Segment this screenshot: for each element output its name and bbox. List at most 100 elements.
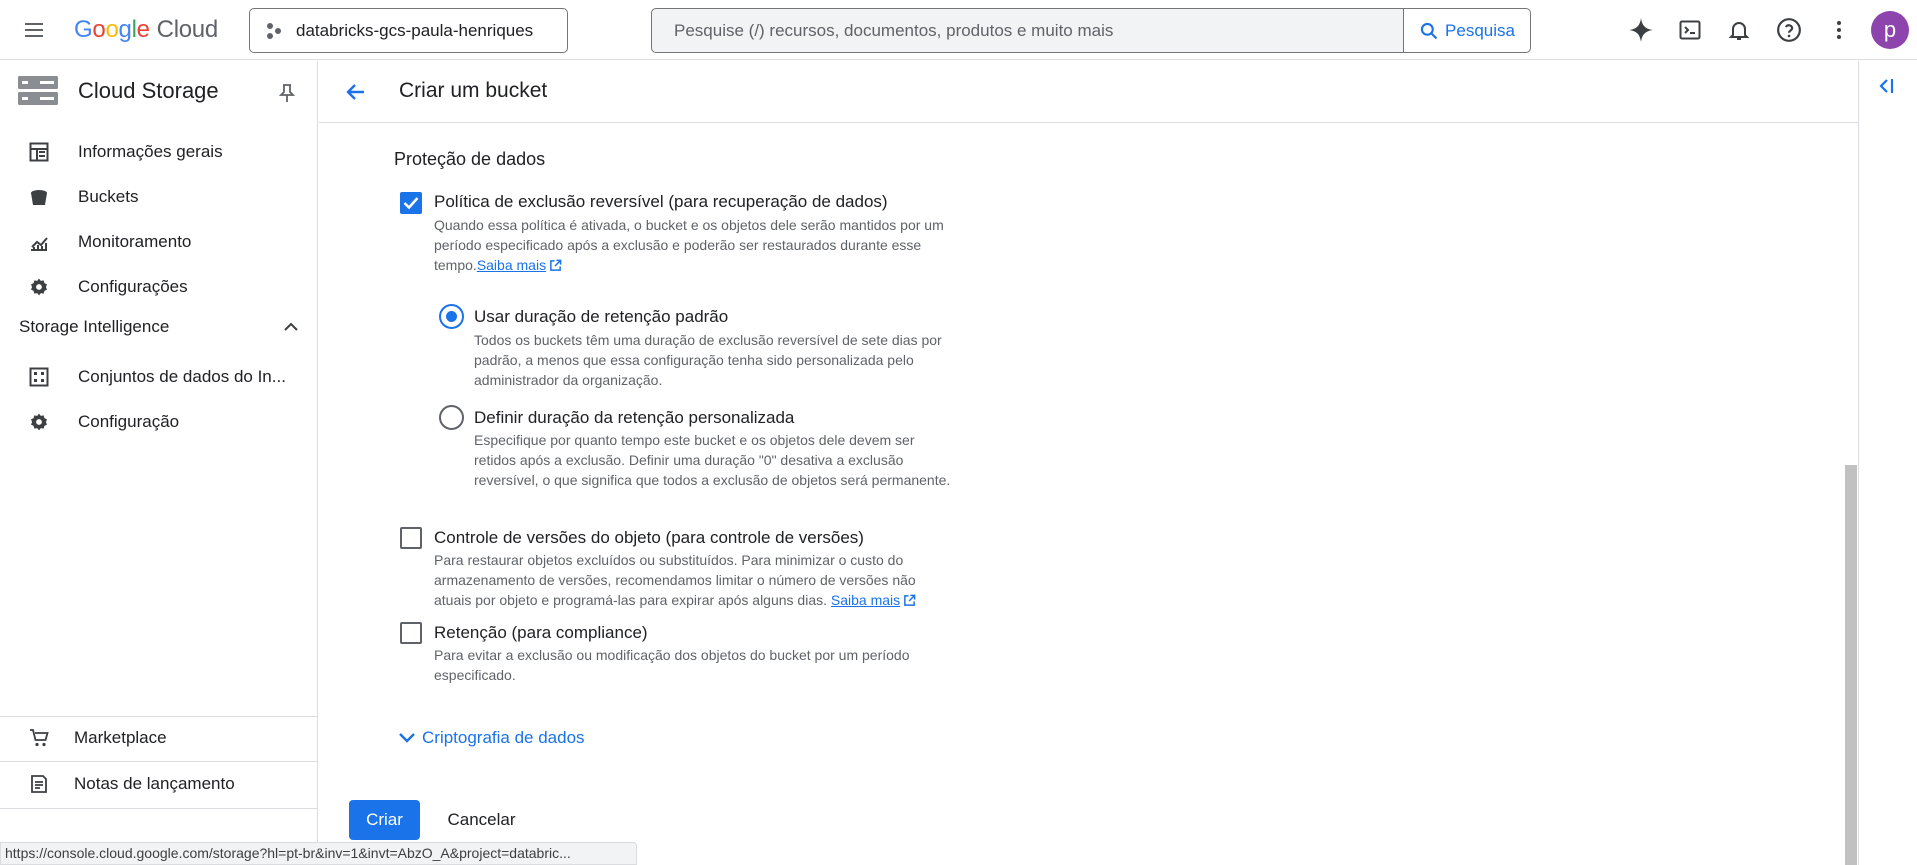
main-menu-button[interactable] (14, 12, 54, 48)
desc-line: reversível, o que significa que todos a … (474, 472, 951, 488)
learn-more-link[interactable]: Saiba mais (477, 257, 546, 273)
soft-delete-label: Política de exclusão reversível (para re… (434, 192, 888, 211)
desc-line: padrão, a menos que essa configuração te… (474, 352, 914, 368)
gemini-button[interactable] (1623, 12, 1659, 48)
sidebar-item-datasets[interactable]: Conjuntos de dados do In... (0, 356, 318, 398)
help-button[interactable] (1771, 12, 1807, 48)
desc-line: Especifique por quanto tempo este bucket… (474, 432, 915, 448)
retention-default-label: Usar duração de retenção padrão (474, 307, 729, 326)
status-bar-url: https://console.cloud.google.com/storage… (0, 842, 637, 865)
avatar[interactable]: p (1871, 11, 1909, 49)
desc-line: Quando essa política é ativada, o bucket… (434, 217, 944, 233)
retention-custom-radio[interactable] (439, 405, 464, 430)
gear-icon (28, 276, 50, 298)
desc-line: retidos após a exclusão. Definir uma dur… (474, 452, 904, 468)
page-header: Criar um bucket (319, 61, 1858, 123)
logo-letter: o (105, 16, 119, 43)
sidebar-item-label: Configuração (78, 412, 180, 431)
encryption-expander[interactable]: Criptografia de dados (398, 725, 585, 751)
bucket-icon (28, 186, 50, 208)
search-input[interactable] (652, 9, 1403, 52)
panel-collapse-icon (1879, 79, 1894, 93)
sidebar-item-marketplace[interactable]: Marketplace (0, 717, 318, 759)
open-external-icon (550, 259, 562, 271)
versioning-description: Para restaurar objetos excluídos ou subs… (434, 550, 994, 610)
notifications-button[interactable] (1721, 12, 1757, 48)
logo-letter: G (74, 16, 93, 43)
product-title: Cloud Storage (78, 78, 219, 103)
hamburger-menu-icon (25, 23, 43, 37)
search-bar: Pesquisa (651, 8, 1531, 53)
sidebar-item-monitoring[interactable]: Monitoramento (0, 221, 318, 263)
open-external-icon (904, 594, 916, 606)
sparkle-icon (1629, 18, 1653, 42)
notes-icon (28, 773, 50, 795)
retention-compliance-checkbox[interactable] (400, 622, 422, 644)
help-icon (1777, 18, 1801, 42)
sidebar-item-buckets[interactable]: Buckets (0, 176, 318, 218)
chevron-up-icon (284, 322, 298, 331)
pin-icon (278, 84, 296, 102)
learn-more-link[interactable]: Saiba mais (831, 592, 900, 608)
logo-letter: g (118, 16, 132, 43)
page-title: Criar um bucket (399, 79, 548, 102)
retention-default-radio[interactable] (439, 304, 464, 329)
retention-compliance-description: Para evitar a exclusão ou modificação do… (434, 645, 994, 685)
sidebar-item-label: Configurações (78, 277, 188, 296)
back-button[interactable] (339, 75, 373, 109)
retention-custom-description: Especifique por quanto tempo este bucket… (474, 430, 1034, 490)
more-options-button[interactable] (1821, 12, 1857, 48)
search-icon (1420, 22, 1438, 39)
cart-icon (28, 727, 50, 749)
cloud-shell-button[interactable] (1672, 12, 1708, 48)
sidebar-item-overview[interactable]: Informações gerais (0, 131, 318, 173)
search-button[interactable]: Pesquisa (1403, 9, 1530, 52)
dataset-icon (28, 366, 50, 388)
sidebar-divider (0, 808, 318, 809)
scrollbar-thumb[interactable] (1845, 465, 1857, 865)
gear-icon (28, 411, 50, 433)
versioning-checkbox[interactable] (400, 527, 422, 549)
pin-button[interactable] (278, 83, 305, 103)
google-cloud-logo[interactable]: Go o g l e Cloud (74, 13, 218, 47)
sidebar-item-release-notes[interactable]: Notas de lançamento (0, 763, 318, 805)
project-picker[interactable]: databricks-gcs-paula-henriques (249, 8, 568, 53)
sidebar-item-label: Marketplace (74, 728, 167, 747)
sidebar-item-label: Monitoramento (78, 232, 192, 251)
sidebar-item-label: Informações gerais (78, 142, 223, 161)
sidebar-item-settings[interactable]: Configurações (0, 266, 318, 308)
arrow-back-icon (346, 84, 364, 100)
monitoring-icon (28, 231, 50, 253)
right-rail (1858, 61, 1917, 865)
desc-line: atuais por objeto e programá-las para ex… (434, 592, 828, 608)
logo-letter: o (92, 16, 106, 43)
sidebar: Cloud Storage Informações gerais Buckets… (0, 61, 318, 865)
storage-intelligence-section[interactable]: Storage Intelligence (19, 312, 299, 342)
cancel-button[interactable]: Cancelar (433, 800, 530, 840)
soft-delete-description: Quando essa política é ativada, o bucket… (434, 215, 1014, 275)
desc-line: armazenamento de versões, recomendamos l… (434, 572, 916, 588)
chevron-down-icon (399, 733, 415, 743)
expand-panel-button[interactable] (1875, 75, 1897, 97)
desc-line: Para restaurar objetos excluídos ou subs… (434, 552, 904, 568)
check-icon (403, 197, 419, 210)
logo-cloud-text: Cloud (156, 16, 219, 43)
encryption-label: Criptografia de dados (422, 728, 585, 747)
sidebar-header: Cloud Storage (18, 75, 308, 107)
cloud-storage-icon (18, 76, 58, 105)
sidebar-item-configuration[interactable]: Configuração (0, 401, 318, 443)
bell-icon (1728, 22, 1750, 40)
top-bar: Go o g l e Cloud databricks-gcs-paula-henriqu… (0, 0, 1917, 60)
retention-compliance-label: Retenção (para compliance) (434, 623, 648, 642)
desc-line: tempo. (434, 257, 477, 273)
soft-delete-checkbox[interactable] (400, 192, 422, 214)
search-button-label: Pesquisa (1445, 20, 1515, 40)
project-name: databricks-gcs-paula-henriques (296, 20, 534, 40)
project-nodes-icon (267, 22, 281, 39)
desc-line: período especificado após a exclusão e p… (434, 237, 922, 253)
sidebar-divider (0, 761, 318, 762)
desc-line: Todos os buckets têm uma duração de excl… (474, 332, 942, 348)
create-button[interactable]: Criar (349, 800, 420, 840)
desc-line: especificado. (434, 667, 516, 683)
terminal-icon (1679, 20, 1701, 40)
